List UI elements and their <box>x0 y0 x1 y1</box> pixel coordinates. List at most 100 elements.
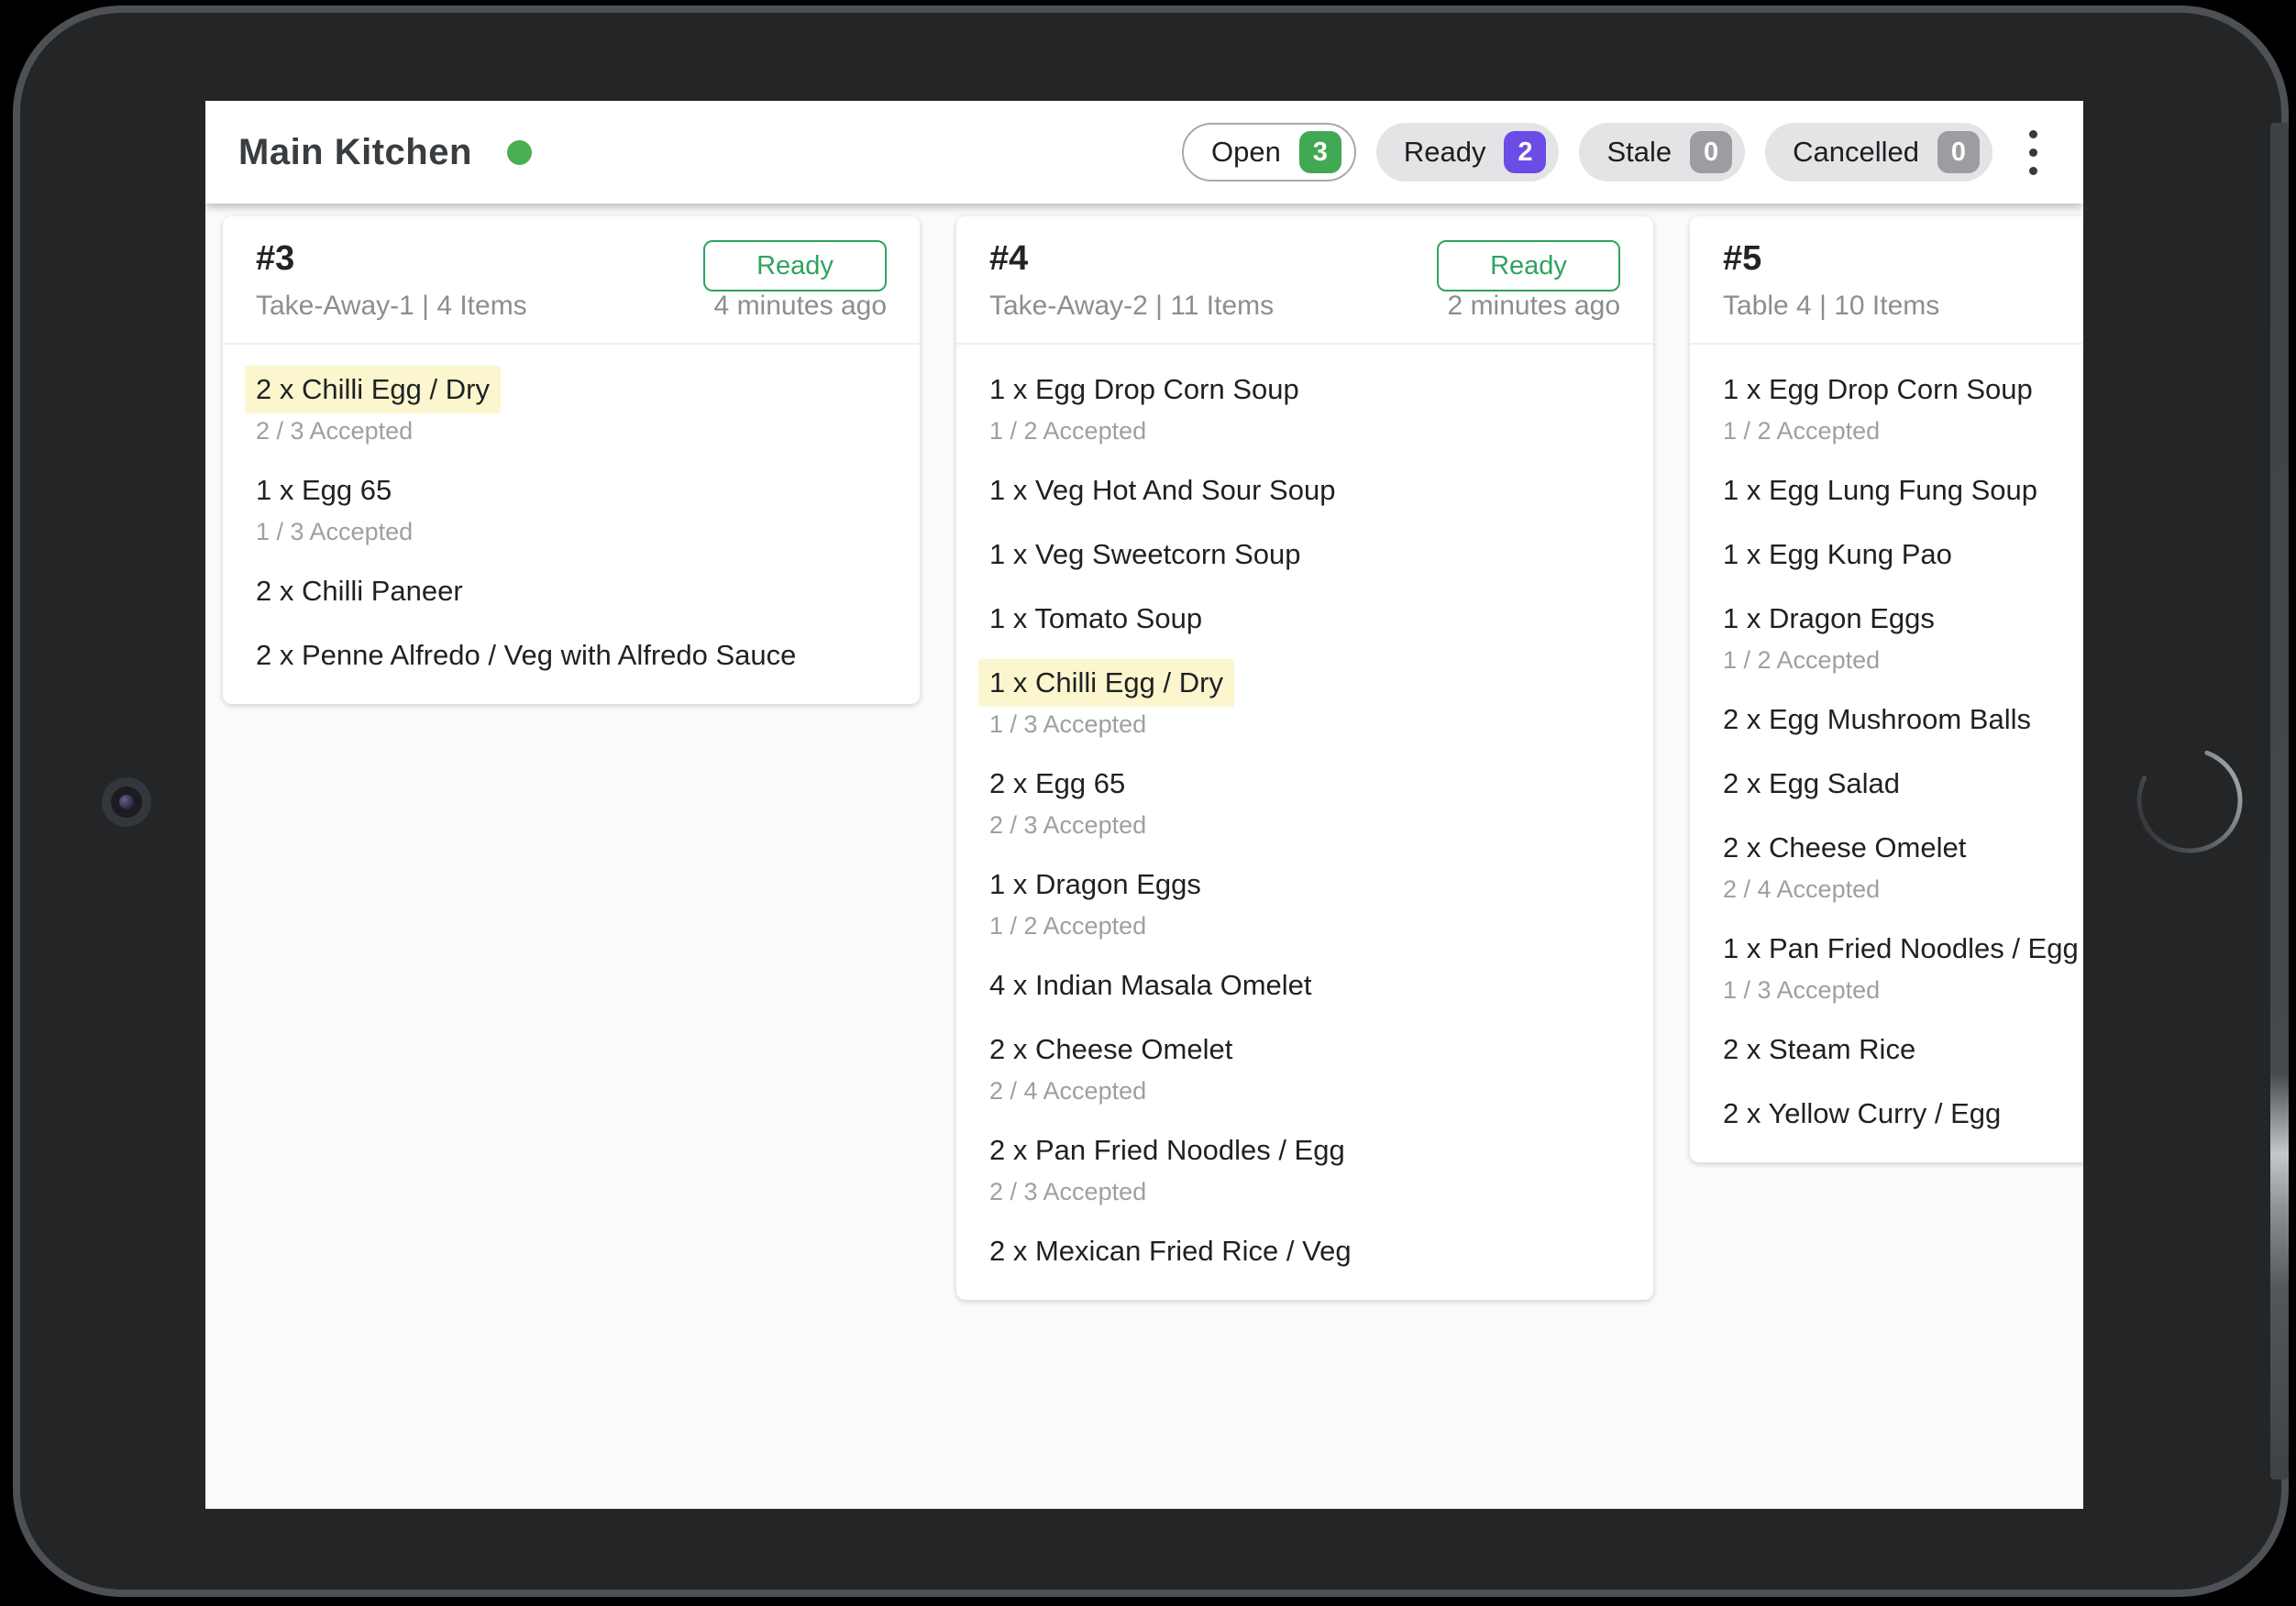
order-items: 1 x Egg Drop Corn Soup 1 / 2 Accepted 1 … <box>956 345 1653 1300</box>
order-item[interactable]: 1 x Veg Sweetcorn Soup <box>989 534 1620 576</box>
item-name: 2 x Chilli Egg / Dry <box>245 366 501 413</box>
filter-count-badge: 0 <box>1690 131 1732 173</box>
camera-lens <box>119 795 134 809</box>
order-item[interactable]: 2 x Pan Fried Noodles / Egg 2 / 3 Accept… <box>989 1129 1620 1208</box>
order-item[interactable]: 1 x Dragon Eggs 1 / 2 Accepted <box>989 864 1620 942</box>
item-name: 1 x Veg Sweetcorn Soup <box>989 534 1301 576</box>
order-item[interactable]: 2 x Chilli Egg / Dry 2 / 3 Accepted <box>256 368 887 447</box>
order-id: #5 <box>1723 238 2083 279</box>
order-meta: Take-Away-2 | 11 Items <box>989 288 1274 324</box>
order-item[interactable]: 2 x Chilli Paneer <box>256 570 887 612</box>
filter-label: Ready <box>1404 136 1486 169</box>
app-screen: Main Kitchen Open 3 Ready 2 Stale 0 Canc… <box>205 101 2083 1509</box>
order-item[interactable]: 2 x Egg Salad <box>1723 763 2083 805</box>
item-name: 2 x Pan Fried Noodles / Egg <box>989 1129 1345 1172</box>
order-card-header: #4 Ready Take-Away-2 | 11 Items 2 minute… <box>956 216 1653 345</box>
item-accepted-count: 1 / 2 Accepted <box>989 909 1620 942</box>
order-item[interactable]: 1 x Egg Drop Corn Soup 1 / 2 Accepted <box>1723 368 2083 447</box>
filter-button-cancelled[interactable]: Cancelled 0 <box>1765 123 1992 182</box>
order-meta-row: Table 4 | 10 Items <box>1723 288 2083 343</box>
filter-button-stale[interactable]: Stale 0 <box>1579 123 1745 182</box>
ready-status-button[interactable]: Ready <box>1437 240 1620 292</box>
item-name: 4 x Indian Masala Omelet <box>989 964 1312 1006</box>
item-accepted-count: 2 / 4 Accepted <box>989 1074 1620 1107</box>
bezel-ring-decoration <box>2125 736 2254 864</box>
item-name: 1 x Egg 65 <box>256 469 392 512</box>
ready-status-button[interactable]: Ready <box>703 240 887 292</box>
item-accepted-count: 2 / 3 Accepted <box>989 808 1620 842</box>
item-name: 1 x Dragon Eggs <box>1723 598 1935 640</box>
item-name: 2 x Egg 65 <box>989 763 1125 805</box>
filter-label: Open <box>1211 136 1281 169</box>
item-name: 1 x Egg Drop Corn Soup <box>1723 368 2033 411</box>
item-name: 2 x Egg Mushroom Balls <box>1723 698 2031 741</box>
item-accepted-count: 1 / 2 Accepted <box>1723 644 2083 676</box>
item-accepted-count: 1 / 2 Accepted <box>989 414 1620 447</box>
order-items: 1 x Egg Drop Corn Soup 1 / 2 Accepted 1 … <box>1690 345 2083 1162</box>
item-accepted-count: 2 / 4 Accepted <box>1723 873 2083 906</box>
order-item[interactable]: 1 x Chilli Egg / Dry 1 / 3 Accepted <box>989 662 1620 741</box>
order-item[interactable]: 2 x Cheese Omelet 2 / 4 Accepted <box>1723 827 2083 906</box>
order-meta: Table 4 | 10 Items <box>1723 288 1939 324</box>
order-item[interactable]: 2 x Egg Mushroom Balls <box>1723 698 2083 741</box>
item-name: 1 x Egg Lung Fung Soup <box>1723 469 2037 512</box>
order-card-5[interactable]: #5 Table 4 | 10 Items 1 x Egg Drop Corn … <box>1690 216 2083 1162</box>
item-name: 2 x Chilli Paneer <box>256 570 463 612</box>
order-item[interactable]: 2 x Mexican Fried Rice / Veg <box>989 1230 1620 1272</box>
filter-count-badge: 3 <box>1299 131 1341 173</box>
filter-group: Open 3 Ready 2 Stale 0 Cancelled 0 <box>1182 123 1992 182</box>
item-name: 1 x Tomato Soup <box>989 598 1202 640</box>
item-accepted-count: 1 / 2 Accepted <box>1723 414 2083 447</box>
item-accepted-count: 2 / 3 Accepted <box>989 1175 1620 1208</box>
order-item[interactable]: 2 x Penne Alfredo / Veg with Alfredo Sau… <box>256 634 887 676</box>
order-item[interactable]: 1 x Egg 65 1 / 3 Accepted <box>256 469 887 548</box>
item-name: 2 x Egg Salad <box>1723 763 1900 805</box>
item-name: 1 x Chilli Egg / Dry <box>978 659 1234 707</box>
orders-board: #3 Ready Take-Away-1 | 4 Items 4 minutes… <box>205 204 2083 1300</box>
filter-label: Stale <box>1606 136 1672 169</box>
order-item[interactable]: 1 x Dragon Eggs 1 / 2 Accepted <box>1723 598 2083 676</box>
item-name: 1 x Egg Kung Pao <box>1723 534 1952 576</box>
tablet-bezel: Main Kitchen Open 3 Ready 2 Stale 0 Canc… <box>13 6 2289 1597</box>
order-card-header: #3 Ready Take-Away-1 | 4 Items 4 minutes… <box>223 216 920 345</box>
order-item[interactable]: 2 x Egg 65 2 / 3 Accepted <box>989 763 1620 842</box>
item-name: 2 x Steam Rice <box>1723 1028 1915 1071</box>
order-meta-row: Take-Away-1 | 4 Items 4 minutes ago <box>256 288 887 343</box>
item-name: 1 x Dragon Eggs <box>989 864 1201 906</box>
online-status-dot <box>507 140 532 165</box>
order-item[interactable]: 1 x Tomato Soup <box>989 598 1620 640</box>
order-item[interactable]: 1 x Veg Hot And Sour Soup <box>989 469 1620 512</box>
order-meta: Take-Away-1 | 4 Items <box>256 288 527 324</box>
order-meta-row: Take-Away-2 | 11 Items 2 minutes ago <box>989 288 1620 343</box>
item-name: 2 x Penne Alfredo / Veg with Alfredo Sau… <box>256 634 796 676</box>
item-accepted-count: 1 / 3 Accepted <box>1723 974 2083 1006</box>
order-item[interactable]: 4 x Indian Masala Omelet <box>989 964 1620 1006</box>
order-item[interactable]: 1 x Egg Drop Corn Soup 1 / 2 Accepted <box>989 368 1620 447</box>
item-name: 2 x Cheese Omelet <box>1723 827 1966 869</box>
item-name: 2 x Yellow Curry / Egg <box>1723 1093 2001 1135</box>
order-card-4[interactable]: #4 Ready Take-Away-2 | 11 Items 2 minute… <box>956 216 1653 1300</box>
item-accepted-count: 1 / 3 Accepted <box>256 515 887 548</box>
front-camera-icon <box>102 777 151 827</box>
filter-count-badge: 2 <box>1504 131 1546 173</box>
order-items: 2 x Chilli Egg / Dry 2 / 3 Accepted 1 x … <box>223 345 920 704</box>
filter-button-ready[interactable]: Ready 2 <box>1376 123 1560 182</box>
order-item[interactable]: 2 x Cheese Omelet 2 / 4 Accepted <box>989 1028 1620 1107</box>
order-time: 2 minutes ago <box>1448 288 1620 324</box>
kebab-menu-icon[interactable] <box>2024 123 2043 182</box>
app-header: Main Kitchen Open 3 Ready 2 Stale 0 Canc… <box>205 101 2083 204</box>
order-time: 4 minutes ago <box>714 288 887 324</box>
filter-label: Cancelled <box>1793 136 1919 169</box>
item-name: 1 x Veg Hot And Sour Soup <box>989 469 1335 512</box>
camera-ring <box>111 786 142 818</box>
order-item[interactable]: 1 x Pan Fried Noodles / Egg 1 / 3 Accept… <box>1723 928 2083 1006</box>
order-item[interactable]: 1 x Egg Lung Fung Soup <box>1723 469 2083 512</box>
tablet-edge-highlight <box>2270 123 2289 1480</box>
order-card-3[interactable]: #3 Ready Take-Away-1 | 4 Items 4 minutes… <box>223 216 920 704</box>
order-item[interactable]: 2 x Steam Rice <box>1723 1028 2083 1071</box>
page-title: Main Kitchen <box>238 132 472 173</box>
order-item[interactable]: 2 x Yellow Curry / Egg <box>1723 1093 2083 1135</box>
order-card-header: #5 Table 4 | 10 Items <box>1690 216 2083 345</box>
order-item[interactable]: 1 x Egg Kung Pao <box>1723 534 2083 576</box>
filter-button-open[interactable]: Open 3 <box>1182 123 1356 182</box>
